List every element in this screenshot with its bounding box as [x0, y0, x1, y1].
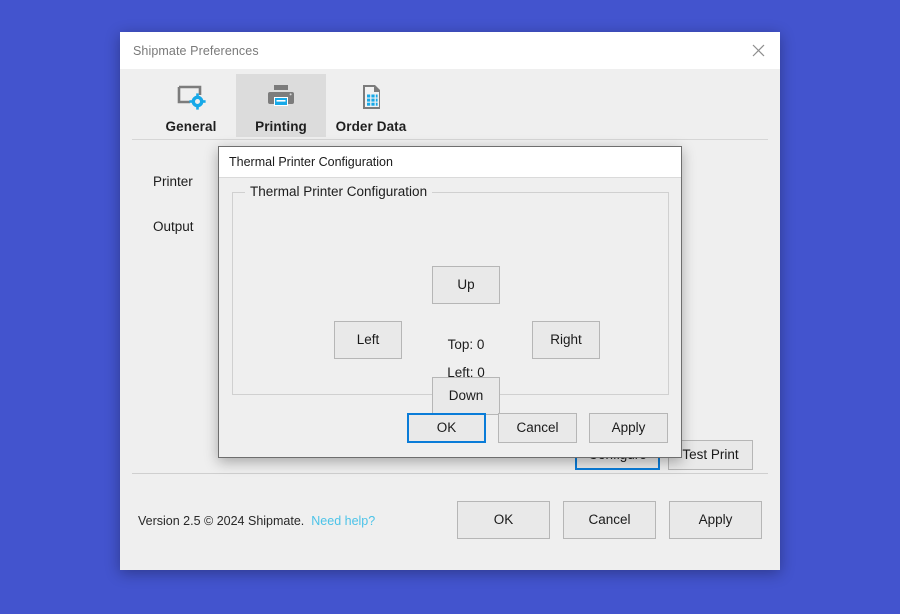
- tab-printing-label: Printing: [255, 119, 307, 134]
- printer-label: Printer: [153, 174, 193, 189]
- tab-printing[interactable]: Printing: [236, 74, 326, 137]
- offset-left-button[interactable]: Left: [334, 321, 402, 359]
- window-titlebar: Shipmate Preferences: [120, 32, 780, 69]
- tab-general[interactable]: General: [146, 74, 236, 137]
- close-icon[interactable]: [736, 32, 780, 69]
- need-help-link[interactable]: Need help?: [311, 514, 375, 528]
- tab-general-label: General: [165, 119, 217, 134]
- ok-button[interactable]: OK: [457, 501, 550, 539]
- thermal-apply-button[interactable]: Apply: [589, 413, 668, 443]
- thermal-cancel-button[interactable]: Cancel: [498, 413, 577, 443]
- version-label: Version 2.5 © 2024 Shipmate.: [138, 514, 305, 528]
- thermal-dialog-title: Thermal Printer Configuration: [229, 155, 393, 169]
- tab-strip: General Printing Order Data: [120, 69, 780, 137]
- groupbox-legend: Thermal Printer Configuration: [245, 184, 433, 199]
- document-table-icon: [356, 81, 386, 113]
- top-offset-value: Top: 0: [447, 337, 485, 352]
- thermal-dialog-button-group: OK Cancel Apply: [407, 413, 668, 443]
- offset-up-button[interactable]: Up: [432, 266, 500, 304]
- thermal-ok-button[interactable]: OK: [407, 413, 486, 443]
- apply-button[interactable]: Apply: [669, 501, 762, 539]
- version-text: Version 2.5 © 2024 Shipmate. Need help?: [138, 514, 375, 528]
- preferences-footer: Version 2.5 © 2024 Shipmate. Need help? O…: [120, 474, 780, 573]
- footer-button-group: OK Cancel Apply: [457, 501, 762, 539]
- output-label: Output: [153, 219, 194, 234]
- thermal-configuration-groupbox: Thermal Printer Configuration Up Left Ri…: [232, 184, 669, 415]
- offset-down-button[interactable]: Down: [432, 377, 500, 415]
- offset-right-button[interactable]: Right: [532, 321, 600, 359]
- window-gear-icon: [176, 81, 206, 113]
- window-title: Shipmate Preferences: [133, 43, 259, 58]
- printer-icon: [266, 81, 296, 113]
- thermal-dialog-titlebar: Thermal Printer Configuration: [219, 147, 681, 178]
- thermal-dialog-content: Thermal Printer Configuration Up Left Ri…: [219, 178, 681, 457]
- tab-order-data-label: Order Data: [335, 119, 407, 134]
- tab-order-data[interactable]: Order Data: [326, 74, 416, 137]
- left-offset-value: Left: 0: [447, 365, 485, 380]
- thermal-printer-configuration-dialog: Thermal Printer Configuration Thermal Pr…: [218, 146, 682, 458]
- cancel-button[interactable]: Cancel: [563, 501, 656, 539]
